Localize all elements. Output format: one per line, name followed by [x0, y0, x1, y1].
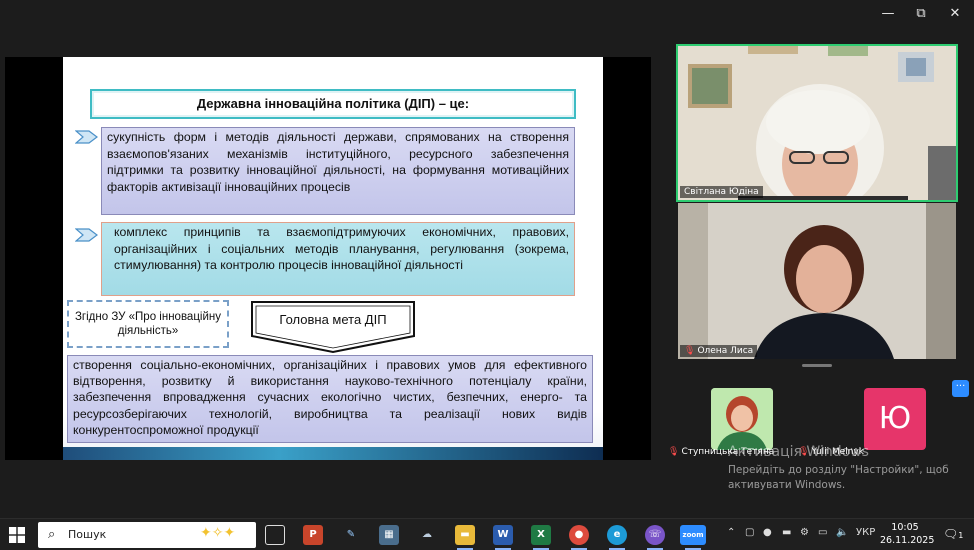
zoom-meeting-window: — ⧉ ✕ Державна інноваційна політика (ДІП… — [0, 0, 974, 550]
participant-name-tag: Світлана Юдіна — [680, 186, 763, 198]
participant-video-icon — [678, 46, 956, 200]
tray-settings-icon[interactable]: ⚙ — [800, 527, 809, 538]
tray-app-icon[interactable]: ▬ — [782, 527, 791, 538]
callout-shape-icon — [251, 301, 415, 354]
law-reference-note: Згідно ЗУ «Про інноваційну діяльність» — [67, 300, 229, 348]
notification-count: 1 — [958, 531, 964, 540]
clock-date: 26.11.2025 — [880, 534, 935, 546]
participant-thumb-stupnytska[interactable] — [711, 388, 773, 450]
presentation-slide: Державна інноваційна політика (ДІП) – це… — [63, 57, 603, 460]
more-options-button[interactable]: ··· — [952, 380, 969, 397]
avatar — [711, 388, 773, 450]
tray-lock-icon[interactable]: ▢ — [745, 527, 754, 538]
taskbar-search-box[interactable]: ⌕ Пошук ✦✧✦ — [38, 522, 256, 548]
taskbar-clock[interactable]: 10:05 26.11.2025 — [880, 522, 935, 547]
notification-center-icon[interactable]: 🗨1 — [943, 527, 963, 541]
video-tile-svitlana[interactable]: Світлана Юдіна — [676, 44, 958, 202]
zoom-icon[interactable]: zoom — [680, 525, 706, 545]
main-goal-callout: Головна мета ДІП — [250, 300, 416, 354]
tray-language-indicator[interactable]: УКР — [856, 527, 875, 538]
mic-muted-icon: 🎙 — [668, 447, 680, 457]
powerpoint-icon[interactable]: P — [303, 525, 323, 545]
tray-chevron-up-icon[interactable]: ⌃ — [727, 527, 735, 538]
viber-icon[interactable]: ☏ — [645, 525, 665, 545]
activation-line-1: Перейдіть до розділу "Настройки", щоб — [728, 464, 949, 476]
search-highlight-icon: ✦✧✦ — [200, 525, 236, 541]
task-view-icon[interactable] — [265, 525, 285, 545]
participant-name-tag: 🎙 Олена Лиса — [680, 345, 758, 357]
main-goal-label: Головна мета ДІП — [279, 312, 387, 327]
photos-icon[interactable]: ☁ — [417, 525, 437, 545]
slide-footer-band — [63, 447, 603, 460]
slide-title: Державна інноваційна політика (ДІП) – це… — [90, 89, 576, 119]
tray-volume-icon[interactable]: 🔈 — [836, 527, 848, 538]
bullet-arrow-icon — [75, 228, 98, 242]
gallery-scroll-handle[interactable] — [802, 364, 832, 367]
windows-taskbar: ⌕ Пошук ✦✧✦ P ✎ ▦ ☁ ▬ W X ● e ☏ zoom ⌃ ▢… — [0, 518, 974, 550]
windows-activation-watermark: Активація Windows Перейдіть до розділу "… — [728, 444, 949, 493]
search-placeholder: Пошук — [68, 528, 107, 541]
main-goal-text: створення соціально-економічних, організ… — [67, 355, 593, 443]
minimize-button[interactable]: — — [873, 6, 903, 21]
participant-thumb-melnyk[interactable]: Ю — [864, 388, 926, 450]
definition-item-1: сукупність форм і методів діяльності дер… — [101, 127, 575, 215]
tray-network-icon[interactable]: ▭ — [818, 527, 827, 538]
shared-screen[interactable]: Державна інноваційна політика (ДІП) – це… — [5, 57, 651, 460]
paint-icon[interactable]: ✎ — [341, 525, 361, 545]
search-icon: ⌕ — [48, 527, 56, 542]
participant-video-icon — [678, 203, 956, 359]
bullet-arrow-icon — [75, 130, 98, 144]
edge-icon[interactable]: e — [607, 525, 627, 545]
chrome-icon[interactable]: ● — [569, 525, 589, 545]
activation-title: Активація Windows — [728, 444, 869, 460]
definition-item-2: комплекс принципів та взаємопідтримуючих… — [101, 222, 575, 296]
windows-start-icon[interactable] — [9, 527, 25, 543]
video-tile-olena[interactable]: 🎙 Олена Лиса — [678, 203, 956, 359]
close-button[interactable]: ✕ — [940, 6, 970, 21]
restore-button[interactable]: ⧉ — [906, 6, 936, 21]
word-icon[interactable]: W — [493, 525, 513, 545]
tray-zoom-icon[interactable]: ● — [763, 527, 772, 538]
activation-line-2: активувати Windows. — [728, 479, 846, 491]
participant-name: Олена Лиса — [697, 346, 754, 356]
file-explorer-icon[interactable]: ▬ — [455, 525, 475, 545]
calculator-icon[interactable]: ▦ — [379, 525, 399, 545]
excel-icon[interactable]: X — [531, 525, 551, 545]
clock-time: 10:05 — [891, 522, 919, 533]
mic-muted-icon: 🎙 — [684, 346, 696, 356]
